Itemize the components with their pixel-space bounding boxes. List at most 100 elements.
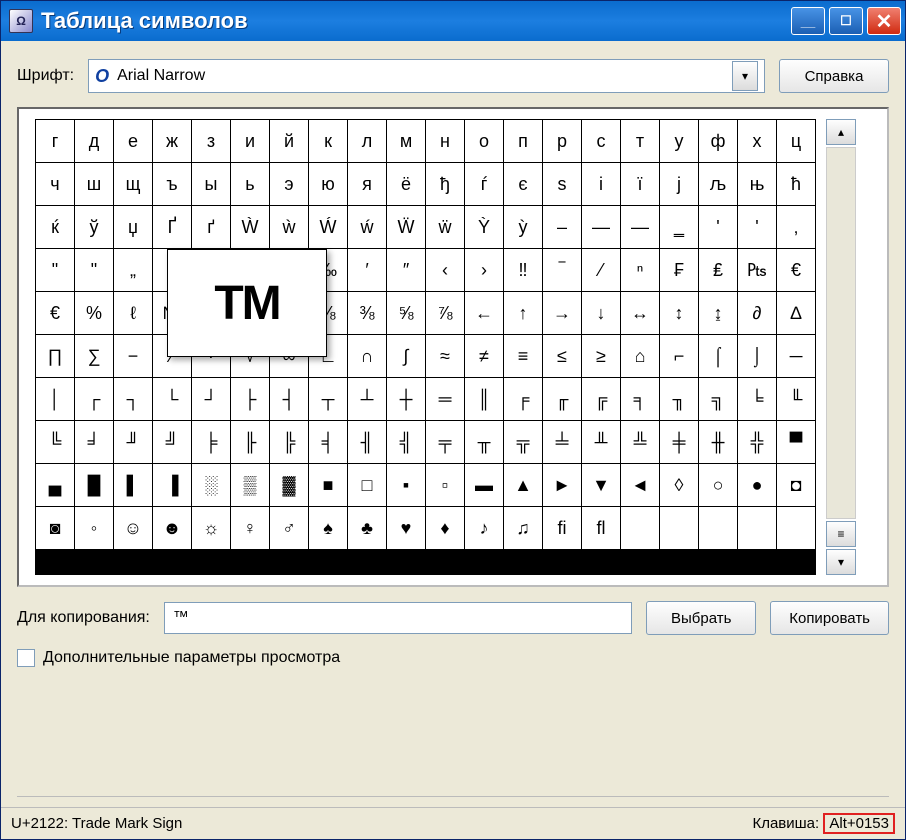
char-cell[interactable]: ћ (777, 163, 815, 205)
advanced-checkbox[interactable] (17, 649, 35, 667)
char-cell[interactable]: % (75, 292, 113, 334)
char-cell[interactable]: − (114, 335, 152, 377)
char-cell[interactable]: ї (621, 163, 659, 205)
char-cell[interactable]: ◄ (621, 464, 659, 506)
char-cell[interactable]: р (543, 120, 581, 162)
char-cell[interactable]: ○ (699, 464, 737, 506)
char-cell[interactable]: ┼ (387, 378, 425, 420)
char-cell[interactable]: ─ (777, 335, 815, 377)
char-cell[interactable]: ☼ (192, 507, 230, 549)
char-cell[interactable]: ◊ (660, 464, 698, 506)
char-cell[interactable]: џ (114, 206, 152, 248)
char-cell[interactable]: ẁ (270, 206, 308, 248)
char-cell[interactable]: ẃ (348, 206, 386, 248)
char-cell[interactable]: л (348, 120, 386, 162)
char-cell[interactable]: ∩ (348, 335, 386, 377)
char-cell[interactable]: █ (75, 464, 113, 506)
scroll-options-button[interactable]: ≡ (826, 521, 856, 547)
char-cell[interactable]: ▲ (504, 464, 542, 506)
char-cell[interactable]: ╥ (465, 421, 503, 463)
char-cell[interactable]: ‼ (504, 249, 542, 291)
char-cell[interactable]: ▀ (777, 421, 815, 463)
char-cell[interactable]: ‗ (660, 206, 698, 248)
char-cell[interactable]: ├ (231, 378, 269, 420)
char-cell[interactable]: ╬ (738, 421, 776, 463)
help-button[interactable]: Справка (779, 59, 889, 93)
char-cell[interactable]: " (75, 249, 113, 291)
select-button[interactable]: Выбрать (646, 601, 756, 635)
char-cell[interactable]: ╪ (660, 421, 698, 463)
char-cell[interactable]: ґ (192, 206, 230, 248)
char-cell[interactable]: ч (36, 163, 74, 205)
char-cell[interactable]: ﬂ (582, 507, 620, 549)
char-cell[interactable]: Ỳ (465, 206, 503, 248)
char-cell[interactable]: ↓ (582, 292, 620, 334)
char-cell[interactable]: │ (36, 378, 74, 420)
char-cell[interactable]: э (270, 163, 308, 205)
scroll-up-button[interactable]: ▴ (826, 119, 856, 145)
char-cell[interactable]: ј (660, 163, 698, 205)
char-cell[interactable]: ╦ (504, 421, 542, 463)
char-cell[interactable]: ' (699, 206, 737, 248)
char-cell[interactable]: ║ (465, 378, 503, 420)
char-cell[interactable]: ≈ (426, 335, 464, 377)
char-cell[interactable]: щ (114, 163, 152, 205)
char-cell[interactable]: ▒ (231, 464, 269, 506)
char-cell[interactable]: ₣ (660, 249, 698, 291)
char-cell[interactable]: ♥ (387, 507, 425, 549)
char-cell[interactable]: ⁿ (621, 249, 659, 291)
char-cell[interactable]: ⁄ (582, 249, 620, 291)
char-cell[interactable]: ў (75, 206, 113, 248)
char-cell[interactable]: ╠ (270, 421, 308, 463)
char-cell[interactable]: „ (114, 249, 152, 291)
char-cell[interactable]: ╜ (114, 421, 152, 463)
maximize-button[interactable]: ☐ (829, 7, 863, 35)
char-cell[interactable]: ═ (426, 378, 464, 420)
char-cell[interactable]: ☺ (114, 507, 152, 549)
char-cell[interactable]: — (582, 206, 620, 248)
char-cell[interactable]: п (504, 120, 542, 162)
char-cell[interactable]: ‚ (777, 206, 815, 248)
char-cell[interactable]: ↨ (699, 292, 737, 334)
char-cell[interactable]: ъ (153, 163, 191, 205)
char-cell[interactable]: ♂ (270, 507, 308, 549)
char-cell[interactable]: ⌡ (738, 335, 776, 377)
char-cell[interactable]: ┴ (348, 378, 386, 420)
char-cell[interactable]: ₤ (699, 249, 737, 291)
char-cell[interactable]: ⅝ (387, 292, 425, 334)
char-cell[interactable]: ● (738, 464, 776, 506)
char-cell[interactable]: і (582, 163, 620, 205)
char-cell[interactable]: ↔ (621, 292, 659, 334)
scroll-down-button[interactable]: ▾ (826, 549, 856, 575)
char-cell[interactable]: ▫ (426, 464, 464, 506)
char-cell[interactable]: я (348, 163, 386, 205)
char-cell[interactable]: ∆ (777, 292, 815, 334)
char-cell[interactable]: ▓ (270, 464, 308, 506)
char-cell[interactable]: с (582, 120, 620, 162)
char-cell[interactable]: ≡ (504, 335, 542, 377)
char-cell[interactable]: ﬁ (543, 507, 581, 549)
char-cell[interactable]: ₧ (738, 249, 776, 291)
char-cell[interactable]: ♣ (348, 507, 386, 549)
char-cell[interactable]: ю (309, 163, 347, 205)
char-cell[interactable]: ← (465, 292, 503, 334)
char-cell[interactable]: ♠ (309, 507, 347, 549)
char-cell[interactable]: з (192, 120, 230, 162)
char-cell[interactable]: ⌂ (621, 335, 659, 377)
char-cell[interactable]: ┬ (309, 378, 347, 420)
char-cell[interactable]: ∏ (36, 335, 74, 377)
char-cell[interactable]: у (660, 120, 698, 162)
char-cell[interactable] (777, 507, 815, 549)
char-cell[interactable]: ‹ (426, 249, 464, 291)
char-cell[interactable]: ╗ (699, 378, 737, 420)
char-cell[interactable]: – (543, 206, 581, 248)
char-cell[interactable]: й (270, 120, 308, 162)
char-cell[interactable]: ♪ (465, 507, 503, 549)
char-cell[interactable]: ′ (348, 249, 386, 291)
char-cell[interactable]: ┘ (192, 378, 230, 420)
char-cell[interactable] (699, 507, 737, 549)
char-cell[interactable]: ђ (426, 163, 464, 205)
char-cell[interactable] (621, 507, 659, 549)
char-cell[interactable]: ▐ (153, 464, 191, 506)
char-cell[interactable]: □ (348, 464, 386, 506)
